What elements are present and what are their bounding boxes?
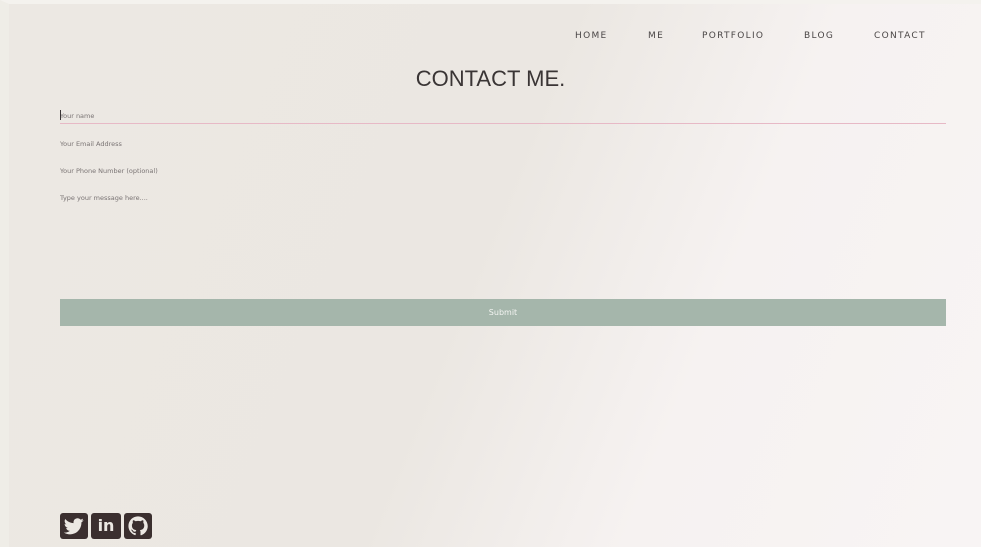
message-textarea[interactable]: [60, 192, 946, 287]
nav-me[interactable]: ME: [648, 31, 664, 41]
twitter-icon: [64, 517, 84, 534]
submit-button[interactable]: Submit: [60, 299, 946, 326]
text-cursor: [60, 110, 61, 120]
name-input[interactable]: [60, 108, 946, 124]
page-title: CONTACT ME.: [415, 66, 566, 91]
nav-portfolio[interactable]: PORTFOLIO: [702, 31, 764, 41]
social-links: in: [60, 513, 152, 539]
linkedin-link[interactable]: in: [91, 513, 121, 539]
nav-blog[interactable]: BLOG: [804, 31, 834, 41]
phone-input[interactable]: [60, 164, 946, 178]
nav-contact[interactable]: CONTACT: [874, 31, 926, 41]
twitter-link[interactable]: [60, 513, 88, 539]
top-nav: HOME ME PORTFOLIO BLOG CONTACT: [0, 31, 981, 45]
email-input[interactable]: [60, 137, 946, 151]
github-icon: [128, 516, 148, 536]
nav-home[interactable]: HOME: [575, 31, 608, 41]
github-link[interactable]: [124, 513, 152, 539]
linkedin-icon: in: [97, 516, 115, 535]
